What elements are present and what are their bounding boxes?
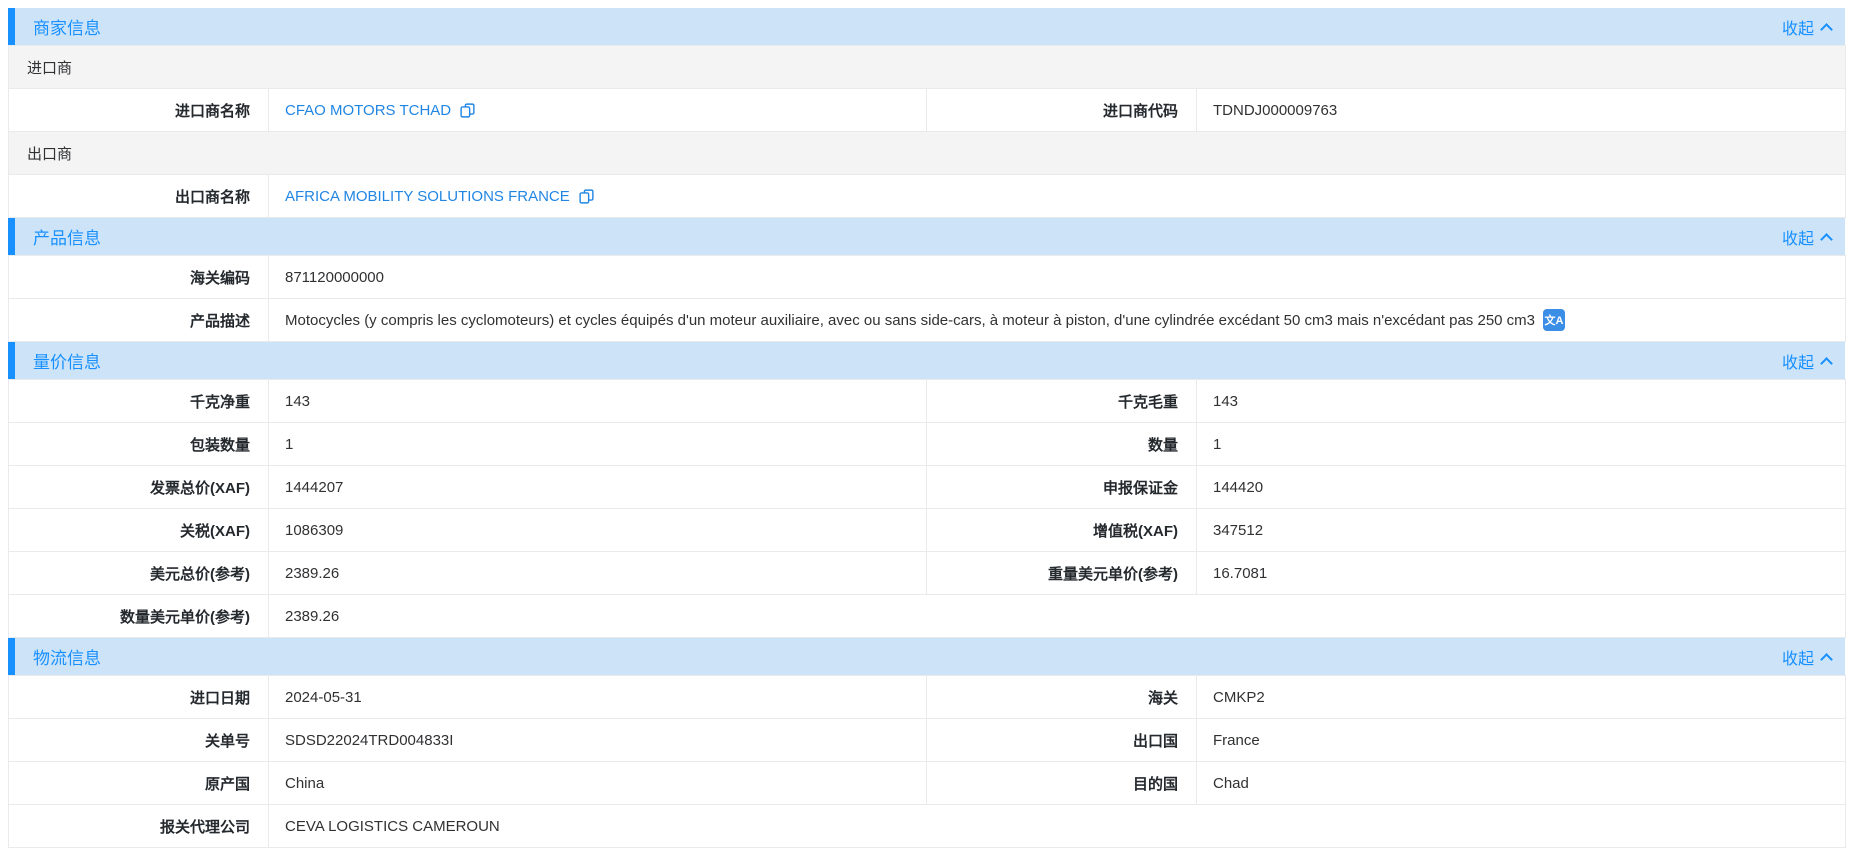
table-row: 千克净重 143 千克毛重 143 (9, 380, 1846, 423)
field-label: 千克毛重 (927, 380, 1197, 423)
field-label: 报关代理公司 (9, 805, 269, 848)
section-header-quantity-price: 量价信息 收起 (8, 342, 1845, 379)
field-label: 海关 (927, 676, 1197, 719)
field-value: 2389.26 (269, 552, 927, 595)
copy-icon[interactable] (459, 102, 476, 119)
section-title-logistics: 物流信息 (33, 644, 101, 669)
table-row: 报关代理公司 CEVA LOGISTICS CAMEROUN (9, 805, 1846, 848)
table-row: 出口商名称 AFRICA MOBILITY SOLUTIONS FRANCE (9, 175, 1846, 218)
collapse-label: 收起 (1782, 645, 1814, 669)
field-label: 重量美元单价(参考) (927, 552, 1197, 595)
collapse-label: 收起 (1782, 15, 1814, 39)
chevron-up-icon (1820, 653, 1833, 666)
product-table: 海关编码 871120000000 产品描述 Motocycles (y com… (8, 255, 1846, 342)
field-value: 2389.26 (269, 595, 1846, 638)
field-value: CEVA LOGISTICS CAMEROUN (269, 805, 1846, 848)
importer-code-label: 进口商代码 (927, 89, 1197, 132)
field-value: 1 (1197, 423, 1846, 466)
exporter-name-label: 出口商名称 (9, 175, 269, 218)
table-row: 进口商 (9, 46, 1846, 89)
importer-subheader: 进口商 (9, 46, 1846, 89)
importer-name-link[interactable]: CFAO MOTORS TCHAD (285, 102, 476, 119)
exporter-subheader: 出口商 (9, 132, 1846, 175)
trade-detail-page: 商家信息 收起 进口商 进口商名称 CFAO MOTORS TCHAD 进口商代… (0, 0, 1850, 852)
product-description-text: Motocycles (y compris les cyclomoteurs) … (285, 312, 1535, 329)
field-value: Chad (1197, 762, 1846, 805)
merchant-table: 进口商 进口商名称 CFAO MOTORS TCHAD 进口商代码 TDNDJ0… (8, 45, 1846, 218)
field-value: 1086309 (269, 509, 927, 552)
collapse-button-product[interactable]: 收起 (1782, 225, 1831, 249)
field-label: 包装数量 (9, 423, 269, 466)
logistics-table: 进口日期 2024-05-31 海关 CMKP2 关单号 SDSD22024TR… (8, 675, 1846, 848)
hs-code-value: 871120000000 (269, 256, 1846, 299)
field-value: 2024-05-31 (269, 676, 927, 719)
quantity-price-table: 千克净重 143 千克毛重 143 包装数量 1 数量 1 发票总价(XAF) … (8, 379, 1846, 638)
chevron-up-icon (1820, 357, 1833, 370)
collapse-label: 收起 (1782, 349, 1814, 373)
exporter-name-value: AFRICA MOBILITY SOLUTIONS FRANCE (269, 175, 1846, 218)
chevron-up-icon (1820, 23, 1833, 36)
importer-name-value: CFAO MOTORS TCHAD (269, 89, 927, 132)
field-label: 美元总价(参考) (9, 552, 269, 595)
field-label: 关单号 (9, 719, 269, 762)
table-row: 原产国 China 目的国 Chad (9, 762, 1846, 805)
field-value: SDSD22024TRD004833I (269, 719, 927, 762)
product-description-value: Motocycles (y compris les cyclomoteurs) … (269, 299, 1846, 342)
field-label: 关税(XAF) (9, 509, 269, 552)
hs-code-label: 海关编码 (9, 256, 269, 299)
field-label: 数量美元单价(参考) (9, 595, 269, 638)
field-label: 进口日期 (9, 676, 269, 719)
exporter-name-link[interactable]: AFRICA MOBILITY SOLUTIONS FRANCE (285, 188, 595, 205)
copy-icon[interactable] (578, 188, 595, 205)
field-value: 143 (1197, 380, 1846, 423)
exporter-name-text: AFRICA MOBILITY SOLUTIONS FRANCE (285, 188, 570, 205)
section-title-quantity-price: 量价信息 (33, 348, 101, 373)
field-value: 347512 (1197, 509, 1846, 552)
table-row: 关税(XAF) 1086309 增值税(XAF) 347512 (9, 509, 1846, 552)
field-label: 千克净重 (9, 380, 269, 423)
table-row: 美元总价(参考) 2389.26 重量美元单价(参考) 16.7081 (9, 552, 1846, 595)
section-header-logistics: 物流信息 收起 (8, 638, 1845, 675)
field-label: 数量 (927, 423, 1197, 466)
field-label: 原产国 (9, 762, 269, 805)
field-value: CMKP2 (1197, 676, 1846, 719)
importer-name-text: CFAO MOTORS TCHAD (285, 102, 451, 119)
product-description-label: 产品描述 (9, 299, 269, 342)
translate-icon[interactable]: 文A (1543, 309, 1565, 331)
table-row: 包装数量 1 数量 1 (9, 423, 1846, 466)
section-header-merchant: 商家信息 收起 (8, 8, 1845, 45)
chevron-up-icon (1820, 233, 1833, 246)
field-value: 1 (269, 423, 927, 466)
section-title-merchant: 商家信息 (33, 14, 101, 39)
table-row: 发票总价(XAF) 1444207 申报保证金 144420 (9, 466, 1846, 509)
field-label: 申报保证金 (927, 466, 1197, 509)
field-label: 增值税(XAF) (927, 509, 1197, 552)
collapse-button-merchant[interactable]: 收起 (1782, 15, 1831, 39)
section-title-product: 产品信息 (33, 224, 101, 249)
collapse-button-quantity-price[interactable]: 收起 (1782, 349, 1831, 373)
field-label: 出口国 (927, 719, 1197, 762)
field-value: 16.7081 (1197, 552, 1846, 595)
importer-name-label: 进口商名称 (9, 89, 269, 132)
table-row: 出口商 (9, 132, 1846, 175)
field-label: 发票总价(XAF) (9, 466, 269, 509)
importer-code-value: TDNDJ000009763 (1197, 89, 1846, 132)
field-value: China (269, 762, 927, 805)
table-row: 产品描述 Motocycles (y compris les cyclomote… (9, 299, 1846, 342)
section-header-product: 产品信息 收起 (8, 218, 1845, 255)
field-label: 目的国 (927, 762, 1197, 805)
table-row: 关单号 SDSD22024TRD004833I 出口国 France (9, 719, 1846, 762)
field-value: 1444207 (269, 466, 927, 509)
table-row: 进口日期 2024-05-31 海关 CMKP2 (9, 676, 1846, 719)
table-row: 海关编码 871120000000 (9, 256, 1846, 299)
collapse-button-logistics[interactable]: 收起 (1782, 645, 1831, 669)
field-value: France (1197, 719, 1846, 762)
collapse-label: 收起 (1782, 225, 1814, 249)
field-value: 144420 (1197, 466, 1846, 509)
field-value: 143 (269, 380, 927, 423)
table-row: 数量美元单价(参考) 2389.26 (9, 595, 1846, 638)
table-row: 进口商名称 CFAO MOTORS TCHAD 进口商代码 TDNDJ00000… (9, 89, 1846, 132)
